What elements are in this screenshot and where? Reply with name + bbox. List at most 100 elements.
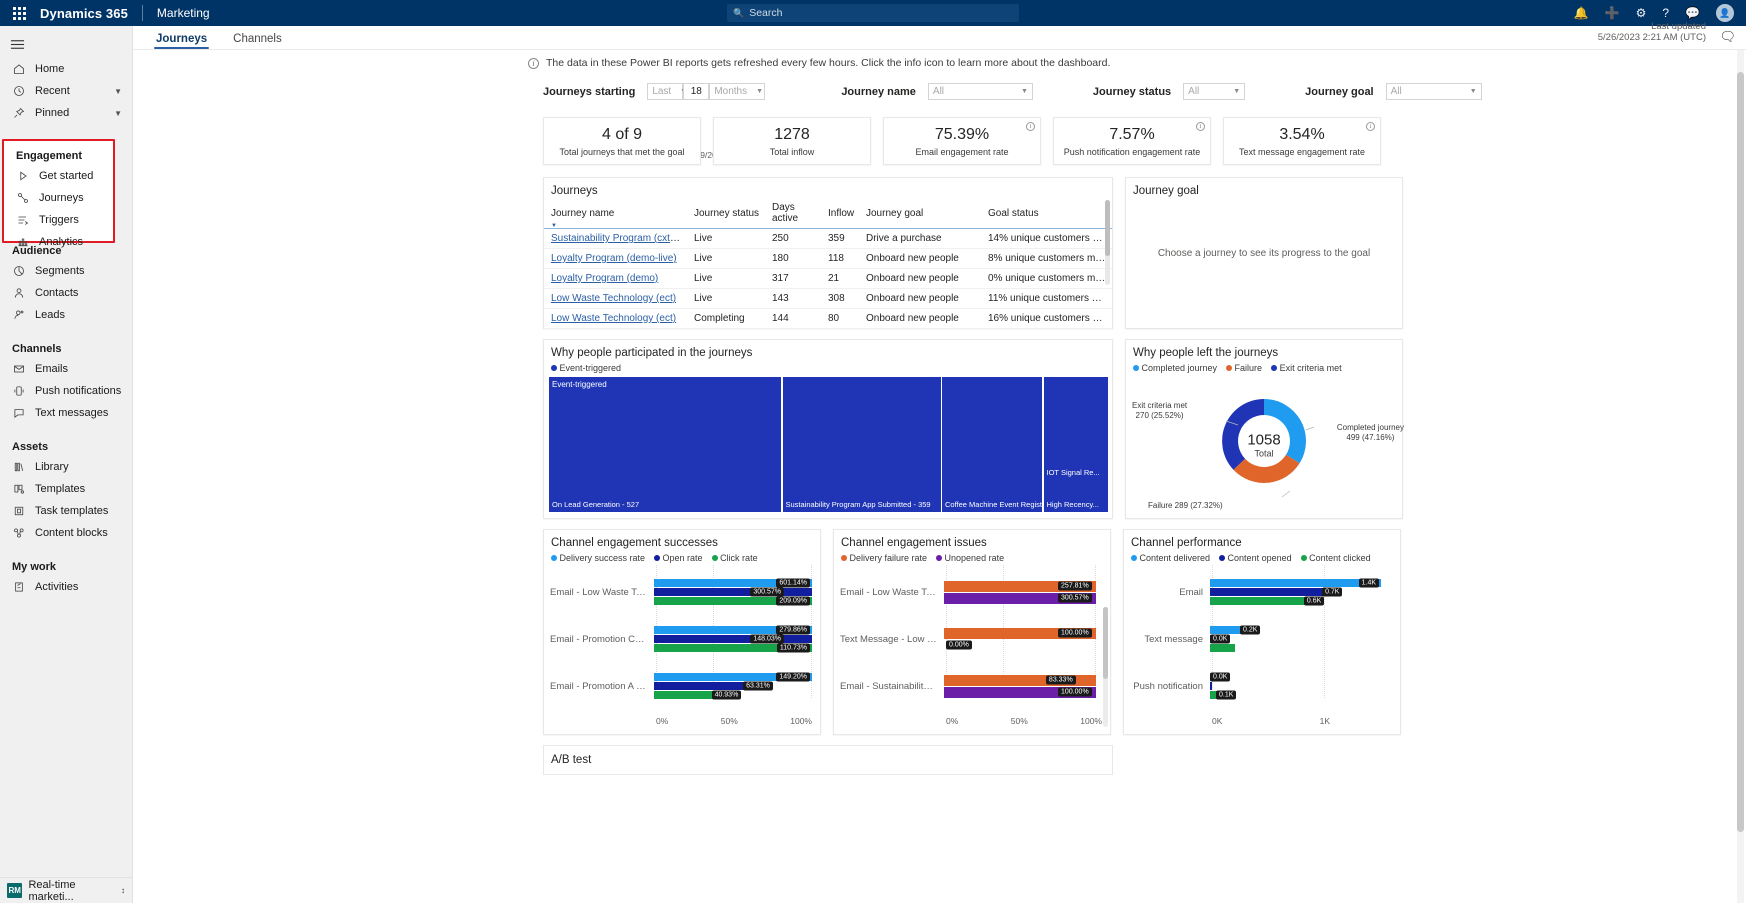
bar-group[interactable]: Email - Promotion A - Favorit... 149.20%…: [550, 663, 812, 710]
legend-item[interactable]: Open rate: [654, 553, 703, 563]
bar-group[interactable]: Push notification 0.0K 0.1K: [1130, 663, 1392, 710]
bar-click-rate[interactable]: 209.09%: [654, 597, 812, 605]
info-icon[interactable]: i: [1026, 122, 1035, 131]
legend-item[interactable]: Delivery failure rate: [841, 553, 927, 563]
legend-item[interactable]: Failure: [1226, 363, 1262, 373]
tab-journeys[interactable]: Journeys: [145, 33, 218, 49]
chevron-down-icon[interactable]: ▼: [114, 109, 122, 118]
range-amount-input[interactable]: 18: [683, 83, 709, 100]
cell-journey-name[interactable]: Low Waste Technology (ect): [544, 289, 687, 309]
gear-icon[interactable]: ⚙: [1636, 7, 1647, 19]
bar-content-opened[interactable]: 0.0K: [1210, 635, 1215, 643]
legend-item[interactable]: Completed journey: [1133, 363, 1217, 373]
cell-journey-name[interactable]: Loyalty Program (demo): [544, 269, 687, 289]
sidebar-item-task-templates[interactable]: Task templates: [0, 500, 132, 522]
kpi-card-total-journeys-goal[interactable]: 4 of 9 Total journeys that met the goal: [543, 117, 701, 165]
issues-bar-chart[interactable]: Email - Low Waste Technolog... 257.81% 3…: [834, 565, 1110, 710]
treemap-cell[interactable]: IOT Signal Re... High Recency...: [1044, 377, 1109, 512]
tab-channels[interactable]: Channels: [222, 33, 293, 49]
bar-unopened[interactable]: 100.00%: [944, 687, 1096, 698]
bar-click-rate[interactable]: 40.93%: [654, 691, 739, 699]
bar-content-delivered[interactable]: 0.0K: [1210, 673, 1214, 681]
bar-content-clicked[interactable]: 0.1K: [1210, 691, 1221, 699]
bar-group[interactable]: Text Message - Low Waste Te... 100.00% 0…: [840, 616, 1102, 663]
sidebar-item-journeys[interactable]: Journeys: [4, 187, 113, 209]
bar-delivery-failure[interactable]: 100.00%: [944, 628, 1096, 639]
sidebar-item-segments[interactable]: Segments: [0, 260, 132, 282]
donut-chart[interactable]: 1058 Total Exit criteria met 270 (25.52%…: [1126, 375, 1402, 515]
info-icon[interactable]: i: [1366, 122, 1375, 131]
sidebar-item-library[interactable]: Library: [0, 456, 132, 478]
sidebar-item-content-blocks[interactable]: Content blocks: [0, 522, 132, 544]
chart-scrollbar[interactable]: [1103, 607, 1108, 727]
bar-group[interactable]: Email - Low Waste Technolog... 257.81% 3…: [840, 569, 1102, 616]
bar-content-opened[interactable]: [1210, 682, 1212, 690]
bar-open-rate[interactable]: 300.57%: [654, 588, 812, 596]
chat-panel-icon[interactable]: 🗨: [1719, 29, 1736, 45]
sidebar-item-activities[interactable]: Activities: [0, 576, 132, 598]
cell-journey-name[interactable]: Sustainability Program (cxt)(Li...: [544, 229, 687, 249]
table-scrollbar[interactable]: [1105, 200, 1110, 285]
table-row[interactable]: Low Waste Technology (ect) Completing 14…: [544, 309, 1112, 329]
bar-click-rate[interactable]: 110.73%: [654, 644, 812, 652]
bar-delivery-failure[interactable]: 257.81%: [944, 581, 1096, 592]
plus-icon[interactable]: ➕: [1605, 7, 1620, 19]
brand-title[interactable]: Dynamics 365: [40, 6, 128, 21]
col-goal-status[interactable]: Goal status: [981, 199, 1112, 229]
info-icon[interactable]: i: [528, 58, 539, 69]
legend-item[interactable]: Click rate: [712, 553, 758, 563]
legend-item[interactable]: Event-triggered: [551, 363, 621, 373]
hamburger-icon[interactable]: [0, 30, 132, 58]
updown-chevron-icon[interactable]: ↕: [121, 886, 125, 895]
bar-delivery-success[interactable]: 149.20%: [654, 673, 812, 681]
cell-journey-name[interactable]: Low Waste Technology (ect): [544, 309, 687, 329]
treemap-cell[interactable]: Event-triggered On Lead Generation - 527: [549, 377, 781, 512]
search-input[interactable]: 🔍 Search: [727, 4, 1019, 22]
legend-item[interactable]: Content delivered: [1131, 553, 1210, 563]
kpi-card-total-inflow[interactable]: 1278 Total inflow: [713, 117, 871, 165]
area-switcher[interactable]: RM Real-time marketi... ↕: [0, 877, 132, 903]
bar-group[interactable]: Text message 0.2K 0.0K: [1130, 616, 1392, 663]
table-row[interactable]: Loyalty Program (demo) Live 317 21 Onboa…: [544, 269, 1112, 289]
table-row[interactable]: Sustainability Program (cxt)(Li... Live …: [544, 229, 1112, 249]
avatar[interactable]: 👤: [1716, 4, 1734, 22]
bell-icon[interactable]: 🔔: [1574, 7, 1589, 19]
bar-content-clicked[interactable]: [1210, 644, 1235, 652]
journey-name-select[interactable]: All ▼: [928, 83, 1033, 100]
sidebar-item-contacts[interactable]: Contacts: [0, 282, 132, 304]
legend-item[interactable]: Delivery success rate: [551, 553, 645, 563]
chat-icon[interactable]: 💬: [1685, 7, 1700, 19]
legend-item[interactable]: Content opened: [1219, 553, 1292, 563]
sidebar-item-push-notifications[interactable]: Push notifications: [0, 380, 132, 402]
kpi-card-email-engagement[interactable]: i 75.39% Email engagement rate: [883, 117, 1041, 165]
col-journey-status[interactable]: Journey status: [687, 199, 765, 229]
successes-bar-chart[interactable]: Email - Low Waste Technolog... 601.14% 3…: [544, 565, 820, 710]
app-launcher-icon[interactable]: [8, 7, 30, 20]
bar-content-delivered[interactable]: 1.4K: [1210, 579, 1381, 587]
kpi-card-text-engagement[interactable]: i 3.54% Text message engagement rate: [1223, 117, 1381, 165]
bar-content-clicked[interactable]: 0.6K: [1210, 597, 1308, 605]
cell-journey-name[interactable]: Loyalty Program (demo-live): [544, 249, 687, 269]
bar-content-opened[interactable]: 0.7K: [1210, 588, 1326, 596]
treemap-cell[interactable]: Sustainability Program App Submitted - 3…: [783, 377, 941, 512]
bar-group[interactable]: Email - Sustainability Progra... 83.33% …: [840, 663, 1102, 710]
sidebar-item-templates[interactable]: Templates: [0, 478, 132, 500]
bar-group[interactable]: Email 1.4K 0.7K 0.6K: [1130, 569, 1392, 616]
treemap-cell[interactable]: Coffee Machine Event Registr...: [942, 377, 1042, 512]
col-journey-goal[interactable]: Journey goal: [859, 199, 981, 229]
range-unit-select[interactable]: Months ▼: [709, 83, 765, 100]
bar-group[interactable]: Email - Low Waste Technolog... 601.14% 3…: [550, 569, 812, 616]
kpi-card-push-engagement[interactable]: i 7.57% Push notification engagement rat…: [1053, 117, 1211, 165]
journey-status-select[interactable]: All ▼: [1183, 83, 1245, 100]
question-icon[interactable]: ?: [1662, 7, 1669, 19]
bar-unopened[interactable]: 300.57%: [944, 593, 1096, 604]
sidebar-item-text-messages[interactable]: Text messages: [0, 402, 132, 424]
page-scrollbar[interactable]: [1737, 50, 1744, 903]
chevron-down-icon[interactable]: ▼: [114, 87, 122, 96]
bar-open-rate[interactable]: 148.03%: [654, 635, 812, 643]
col-inflow[interactable]: Inflow: [821, 199, 859, 229]
legend-item[interactable]: Exit criteria met: [1271, 363, 1342, 373]
bar-delivery-failure[interactable]: 83.33%: [944, 675, 1096, 686]
col-journey-name[interactable]: Journey name ▼: [544, 199, 687, 229]
col-days-active[interactable]: Days active: [765, 199, 821, 229]
